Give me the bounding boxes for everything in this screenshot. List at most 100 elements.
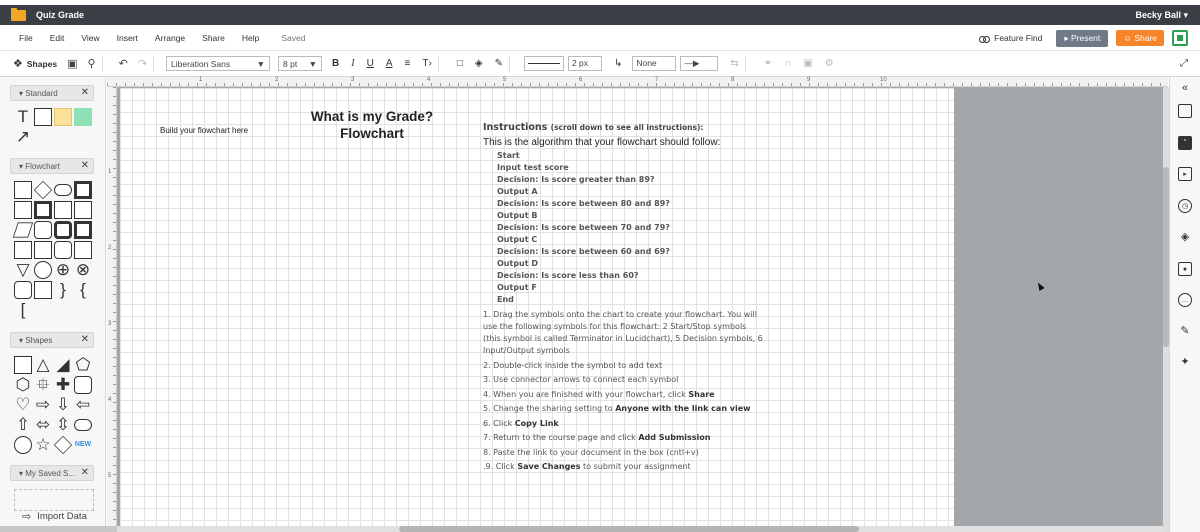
- shapes-toggle[interactable]: ❖ Shapes: [13, 57, 57, 70]
- connector-style-icon[interactable]: ↳: [614, 58, 622, 69]
- fill-color-icon[interactable]: ◈: [475, 58, 483, 69]
- user-menu[interactable]: Becky Ball ▾: [1135, 10, 1188, 21]
- arrow-horizontal-shape[interactable]: ⬄: [34, 416, 52, 434]
- folder-icon[interactable]: [11, 7, 26, 21]
- data-io-shape[interactable]: [12, 222, 34, 238]
- page-title[interactable]: What is my Grade? Flowchart: [298, 108, 446, 142]
- menu-share[interactable]: Share: [202, 33, 225, 43]
- image-icon[interactable]: ▣: [67, 57, 77, 70]
- diamond-shape[interactable]: [53, 435, 73, 455]
- chat-icon[interactable]: ✎: [1178, 324, 1192, 338]
- new-badge[interactable]: NEW: [74, 436, 92, 454]
- collapse-panel-icon[interactable]: «: [1178, 81, 1192, 95]
- close-icon[interactable]: ✕: [81, 160, 89, 171]
- font-size-select[interactable]: 8 pt ▼: [278, 56, 323, 71]
- predefined-process-shape[interactable]: [74, 181, 92, 199]
- line-style-select[interactable]: [523, 56, 564, 71]
- data-icon[interactable]: ●: [1178, 262, 1192, 276]
- cross-shape[interactable]: ✚: [54, 376, 72, 394]
- instructions-block[interactable]: Instructions (scroll down to see all ins…: [483, 122, 763, 476]
- connector-shape[interactable]: [34, 261, 52, 279]
- swap-arrows-icon[interactable]: ⇆: [730, 58, 738, 69]
- text-options-icon[interactable]: T›: [422, 58, 431, 69]
- merge-shape[interactable]: ▽: [14, 261, 32, 279]
- arrow-vertical-shape[interactable]: ⇳: [54, 416, 72, 434]
- rectangle-shape[interactable]: [34, 108, 52, 126]
- feature-find-button[interactable]: Feature Find: [979, 33, 1042, 43]
- document-title[interactable]: Quiz Grade: [36, 10, 84, 20]
- or-shape[interactable]: ⊕: [54, 261, 72, 279]
- section-my-saved-shapes[interactable]: ▾ My Saved S... ✕: [10, 465, 94, 481]
- stored-data-shape[interactable]: [54, 221, 72, 239]
- shape-library-icon[interactable]: ∩: [784, 58, 791, 69]
- lock-icon[interactable]: ▣: [803, 58, 812, 69]
- close-icon[interactable]: ✕: [81, 334, 89, 345]
- end-arrow-select[interactable]: —▶: [680, 56, 719, 71]
- pentagon-shape[interactable]: ⬠: [74, 356, 92, 374]
- card-shape[interactable]: [54, 201, 72, 219]
- delay-shape[interactable]: [54, 241, 72, 259]
- annotation-shape[interactable]: {: [74, 281, 92, 299]
- document-page[interactable]: Build your flowchart here What is my Gra…: [120, 88, 954, 526]
- hexagon-shape[interactable]: ⬡: [14, 376, 32, 394]
- share-button[interactable]: ☺ Share: [1116, 30, 1164, 46]
- underline-button[interactable]: U: [367, 58, 374, 69]
- quote-icon[interactable]: “: [1178, 136, 1192, 150]
- saved-shapes-dropzone[interactable]: [14, 489, 94, 511]
- decision-shape[interactable]: [33, 180, 53, 200]
- google-classroom-icon[interactable]: [1172, 30, 1188, 46]
- comments-icon[interactable]: …: [1178, 293, 1192, 307]
- layers-icon[interactable]: ◈: [1178, 230, 1192, 244]
- menu-edit[interactable]: Edit: [50, 33, 65, 43]
- square-shape[interactable]: [14, 356, 32, 374]
- display-shape[interactable]: [74, 241, 92, 259]
- off-page-shape[interactable]: [14, 281, 32, 299]
- arrow-up-shape[interactable]: ⇧: [14, 416, 32, 434]
- note-shape[interactable]: [54, 108, 72, 126]
- shape-outline-icon[interactable]: □: [457, 58, 463, 69]
- page-icon[interactable]: [1178, 104, 1192, 118]
- multi-document-shape[interactable]: [34, 201, 52, 219]
- star-shape[interactable]: ☆: [34, 436, 52, 454]
- wrench-icon[interactable]: ⚙: [825, 58, 834, 69]
- triangle-shape[interactable]: △: [34, 356, 52, 374]
- flowchart-area-label[interactable]: Build your flowchart here: [160, 126, 248, 135]
- document-shape[interactable]: [14, 201, 32, 219]
- offpage-connector-shape[interactable]: [34, 281, 52, 299]
- preparation-shape[interactable]: [74, 201, 92, 219]
- font-color-button[interactable]: A: [386, 58, 393, 69]
- arrow-down-shape[interactable]: ⇩: [54, 396, 72, 414]
- horizontal-scroll-thumb[interactable]: [399, 526, 859, 532]
- redo-icon[interactable]: ↷: [138, 57, 147, 70]
- circle-shape[interactable]: [14, 436, 32, 454]
- start-arrow-select[interactable]: None: [632, 56, 677, 71]
- align-icon[interactable]: ≡: [405, 58, 411, 69]
- close-icon[interactable]: ✕: [81, 87, 89, 98]
- bracket-shape[interactable]: [: [14, 301, 32, 319]
- horizontal-scrollbar[interactable]: [117, 526, 1163, 532]
- text-shape[interactable]: T: [14, 108, 32, 126]
- section-flowchart[interactable]: ▾ Flowchart ✕: [10, 158, 94, 174]
- manual-operation-shape[interactable]: [34, 241, 52, 259]
- line-width-select[interactable]: 2 px: [567, 56, 602, 71]
- line-color-icon[interactable]: ✎: [495, 58, 503, 69]
- octagon-shape[interactable]: ⯐: [34, 376, 52, 394]
- magic-wand-icon[interactable]: ✦: [1178, 355, 1192, 369]
- bold-button[interactable]: B: [332, 58, 339, 69]
- section-shapes[interactable]: ▾ Shapes ✕: [10, 332, 94, 348]
- italic-button[interactable]: I: [351, 58, 354, 69]
- presentation-icon[interactable]: ▸: [1178, 167, 1192, 181]
- menu-file[interactable]: File: [19, 33, 33, 43]
- process-shape[interactable]: [14, 181, 32, 199]
- undo-icon[interactable]: ↶: [119, 57, 128, 70]
- present-button[interactable]: ▸ Present: [1056, 29, 1109, 47]
- colored-block-shape[interactable]: [74, 108, 92, 126]
- menu-insert[interactable]: Insert: [117, 33, 138, 43]
- cloud-shape[interactable]: [74, 376, 92, 394]
- terminator-shape[interactable]: [54, 184, 72, 196]
- manual-input-shape[interactable]: [14, 241, 32, 259]
- menu-help[interactable]: Help: [242, 33, 259, 43]
- arrow-left-shape[interactable]: ⇦: [74, 396, 92, 414]
- heart-shape[interactable]: ♡: [14, 396, 32, 414]
- close-icon[interactable]: ✕: [81, 467, 89, 478]
